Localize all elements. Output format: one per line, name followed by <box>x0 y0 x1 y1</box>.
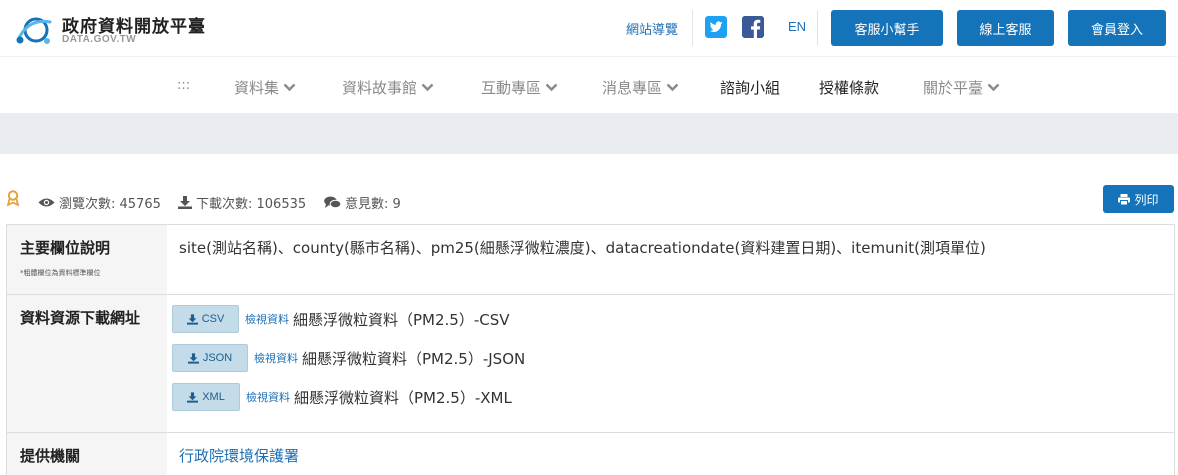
chevron-down-icon <box>545 83 558 92</box>
resource-name: 細懸浮微粒資料（PM2.5）-XML <box>294 388 512 407</box>
nav-item-stories[interactable]: 資料故事館 <box>342 77 434 98</box>
download-csv-button[interactable]: CSV <box>172 305 239 333</box>
comments-stat: 意見數: 9 <box>324 193 401 212</box>
twitter-icon[interactable] <box>705 16 727 38</box>
comments-icon <box>324 196 341 209</box>
download-json-button[interactable]: JSON <box>172 344 248 372</box>
nav-label: 互動專區 <box>481 79 542 97</box>
divider <box>817 10 818 46</box>
nav-item-interactive[interactable]: 互動專區 <box>481 77 558 98</box>
download-item-xml: XML 檢視資料 細懸浮微粒資料（PM2.5）-XML <box>172 383 512 411</box>
nav-label: 授權條款 <box>819 79 880 97</box>
print-label: 列印 <box>1134 192 1159 207</box>
table-row-fields: 主要欄位說明 *粗體欄位為資料標準欄位 site(測站名稱)、county(縣市… <box>7 225 1174 295</box>
nav-label: 資料故事館 <box>342 79 418 97</box>
helper-button[interactable]: 客服小幫手 <box>831 10 943 46</box>
views-count: 瀏覽次數: 45765 <box>59 197 161 212</box>
print-button[interactable]: 列印 <box>1103 185 1174 213</box>
downloads-stat: 下載次數: 106535 <box>178 193 306 212</box>
site-subtitle: DATA.GOV.TW <box>62 34 137 45</box>
format-label: XML <box>202 391 225 403</box>
dataset-stats: 瀏覽次數: 45765 下載次數: 106535 意見數: 9 列印 <box>0 185 1178 217</box>
eye-icon <box>38 198 55 207</box>
nav-label: 資料集 <box>234 79 280 97</box>
provider-heading: 提供機關 <box>7 433 167 475</box>
comments-count: 意見數: 9 <box>345 197 401 212</box>
download-xml-button[interactable]: XML <box>172 383 240 411</box>
download-heading: 資料資源下載網址 <box>7 295 167 432</box>
fields-heading: 主要欄位說明 <box>20 239 111 257</box>
menu-toggle[interactable]: ::: <box>177 78 190 93</box>
format-label: CSV <box>201 313 225 325</box>
print-icon <box>1118 193 1131 205</box>
chevron-down-icon <box>421 83 434 92</box>
top-header: 政府資料開放平臺 DATA.GOV.TW 網站導覽 EN 客服小幫手 線上客服 … <box>0 0 1178 56</box>
download-icon <box>187 391 199 403</box>
fields-note: *粗體欄位為資料標準欄位 <box>20 269 101 277</box>
download-item-csv: CSV 檢視資料 細懸浮微粒資料（PM2.5）-CSV <box>172 305 510 333</box>
view-data-link[interactable]: 檢視資料 <box>254 350 298 366</box>
divider <box>692 10 693 46</box>
nav-item-about[interactable]: 關於平臺 <box>923 77 1000 98</box>
download-icon <box>178 196 192 209</box>
chevron-down-icon <box>987 83 1000 92</box>
fields-value: site(測站名稱)、county(縣市名稱)、pm25(細懸浮微粒濃度)、da… <box>179 239 986 257</box>
nav-label: 消息專區 <box>602 79 663 97</box>
facebook-icon[interactable] <box>742 16 764 38</box>
view-data-link[interactable]: 檢視資料 <box>245 311 289 327</box>
nav-item-datasets[interactable]: 資料集 <box>234 77 296 98</box>
breadcrumb-band <box>0 113 1178 154</box>
resource-name: 細懸浮微粒資料（PM2.5）-CSV <box>293 310 510 329</box>
resource-name: 細懸浮微粒資料（PM2.5）-JSON <box>302 349 526 368</box>
nav-label: 關於平臺 <box>923 79 984 97</box>
nav-item-news[interactable]: 消息專區 <box>602 77 679 98</box>
download-icon <box>187 352 199 364</box>
downloads-count: 下載次數: 106535 <box>196 197 307 212</box>
platform-logo-icon[interactable] <box>14 10 54 50</box>
download-item-json: JSON 檢視資料 細懸浮微粒資料（PM2.5）-JSON <box>172 344 525 372</box>
language-switch[interactable]: EN <box>788 19 806 34</box>
nav-label: 諮詢小組 <box>720 79 781 97</box>
member-login-button[interactable]: 會員登入 <box>1068 10 1166 46</box>
format-label: JSON <box>202 352 233 364</box>
view-data-link[interactable]: 檢視資料 <box>246 389 290 405</box>
chevron-down-icon <box>666 83 679 92</box>
award-badge-icon <box>6 190 20 206</box>
sitemap-link[interactable]: 網站導覽 <box>626 19 678 38</box>
main-navigation: ::: 資料集 資料故事館 互動專區 消息專區 諮詢小組 授權條款 關於平臺 <box>0 56 1178 113</box>
chevron-down-icon <box>283 83 296 92</box>
row-header: 主要欄位說明 *粗體欄位為資料標準欄位 <box>7 225 167 294</box>
provider-link[interactable]: 行政院環境保護署 <box>167 433 1174 475</box>
online-service-button[interactable]: 線上客服 <box>957 10 1054 46</box>
nav-item-license[interactable]: 授權條款 <box>819 77 879 98</box>
nav-item-advisory[interactable]: 諮詢小組 <box>720 77 780 98</box>
table-row-provider: 提供機關 行政院環境保護署 <box>7 433 1174 475</box>
download-icon <box>186 313 198 325</box>
views-stat: 瀏覽次數: 45765 <box>38 193 161 212</box>
